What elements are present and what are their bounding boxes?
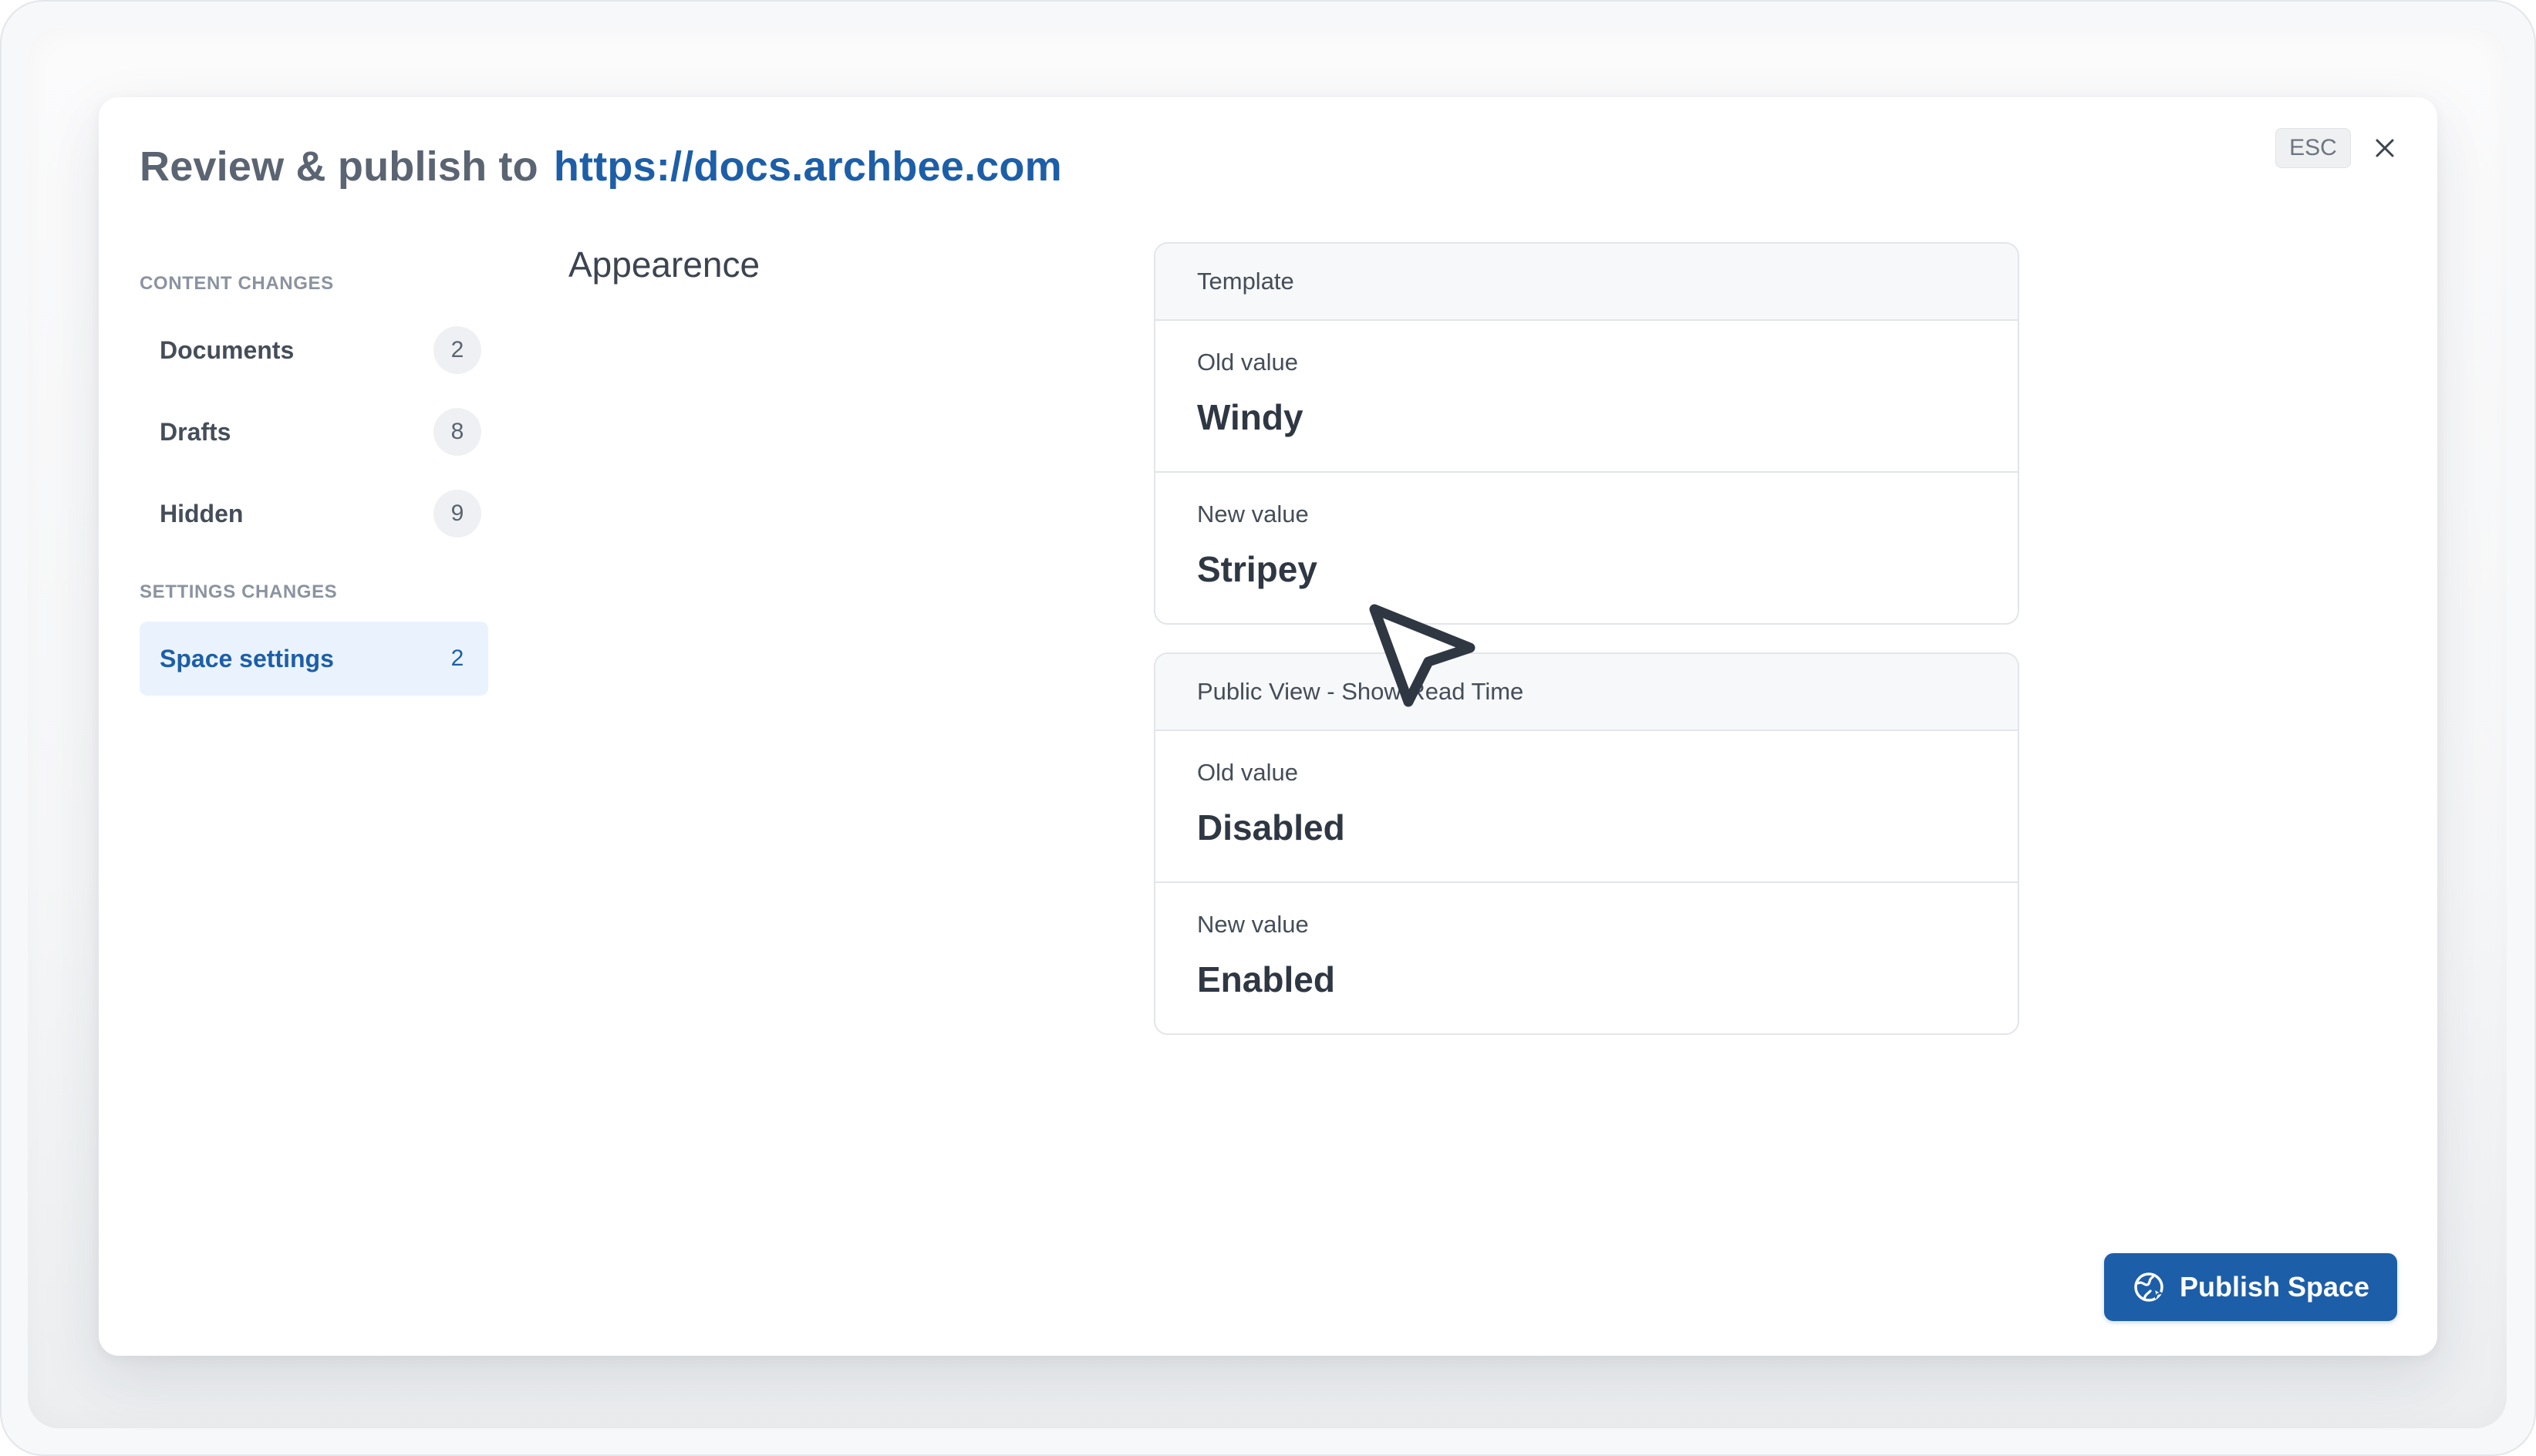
close-icon bbox=[2376, 139, 2394, 157]
content-changes-label: CONTENT CHANGES bbox=[140, 273, 334, 294]
settings-changes-label: SETTINGS CHANGES bbox=[140, 581, 338, 602]
new-value-label: New value bbox=[1197, 911, 1309, 938]
sidebar-item-hidden[interactable]: Hidden 9 bbox=[140, 477, 488, 551]
count-badge: 8 bbox=[433, 408, 481, 456]
sidebar-item-label: Hidden bbox=[160, 499, 244, 527]
card-header: Public View - Show Read Time bbox=[1155, 654, 2018, 731]
card-header: Template bbox=[1155, 244, 2018, 321]
space-url-link[interactable]: https://docs.archbee.com bbox=[554, 143, 1062, 190]
old-value-label: Old value bbox=[1197, 759, 1298, 786]
sidebar-item-label: Space settings bbox=[160, 644, 334, 672]
title-prefix: Review & publish to bbox=[140, 143, 538, 190]
new-value-label: New value bbox=[1197, 501, 1309, 527]
count-badge: 2 bbox=[450, 645, 464, 671]
new-value-row: New value Stripey bbox=[1155, 473, 2018, 623]
new-value: Enabled bbox=[1197, 959, 1335, 999]
esc-shortcut-badge: ESC bbox=[2275, 128, 2351, 168]
sidebar-item-documents[interactable]: Documents 2 bbox=[140, 313, 488, 387]
old-value-row: Old value Windy bbox=[1155, 321, 2018, 473]
section-title: Appearence bbox=[568, 244, 760, 285]
sidebar-item-drafts[interactable]: Drafts 8 bbox=[140, 395, 488, 469]
change-card-template: Template Old value Windy New value Strip… bbox=[1154, 242, 2019, 625]
modal-title: Review & publish to https://docs.archbee… bbox=[140, 119, 1062, 214]
new-value: Stripey bbox=[1197, 549, 1317, 589]
sidebar-item-label: Drafts bbox=[160, 417, 231, 446]
sidebar-item-space-settings[interactable]: Space settings 2 bbox=[140, 622, 488, 696]
count-badge: 9 bbox=[433, 490, 481, 538]
review-publish-modal: Review & publish to https://docs.archbee… bbox=[99, 97, 2437, 1356]
old-value-row: Old value Disabled bbox=[1155, 731, 2018, 883]
old-value-label: Old value bbox=[1197, 349, 1298, 376]
change-card-read-time: Public View - Show Read Time Old value D… bbox=[1154, 652, 2019, 1035]
new-value-row: New value Enabled bbox=[1155, 883, 2018, 1033]
old-value: Disabled bbox=[1197, 807, 1345, 848]
publish-button-label: Publish Space bbox=[2179, 1271, 2370, 1303]
publish-space-button[interactable]: Publish Space bbox=[2104, 1253, 2397, 1321]
count-badge: 2 bbox=[433, 326, 481, 374]
globe-publish-icon bbox=[2134, 1272, 2163, 1302]
sidebar-item-label: Documents bbox=[160, 335, 295, 364]
old-value: Windy bbox=[1197, 397, 1303, 437]
close-button[interactable] bbox=[2366, 130, 2403, 167]
